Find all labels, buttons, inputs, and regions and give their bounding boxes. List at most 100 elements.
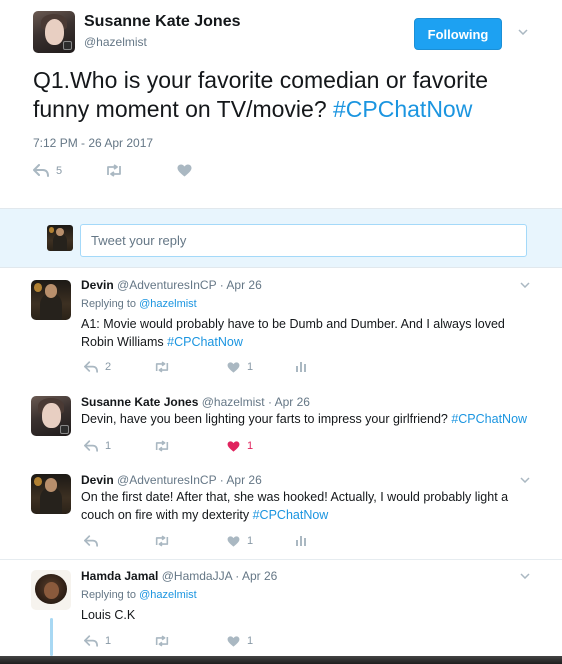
retweet-action[interactable]: [154, 535, 170, 547]
reply-arrow-icon: [33, 164, 49, 177]
reply-arrow-icon: [84, 635, 98, 647]
like-count: 1: [247, 635, 254, 647]
author-handle[interactable]: @hazelmist: [202, 395, 265, 409]
author-name[interactable]: Devin: [81, 278, 114, 292]
tweet-header: Devin @AdventuresInCP · Apr 26: [81, 473, 262, 487]
tweet-timestamp[interactable]: 7:12 PM - 26 Apr 2017: [33, 136, 153, 150]
author-handle[interactable]: @AdventuresInCP: [117, 278, 216, 292]
retweet-action[interactable]: [154, 361, 170, 373]
reply-tweet[interactable]: Devin @AdventuresInCP · Apr 26 Replying …: [0, 268, 562, 386]
like-action[interactable]: 1: [227, 635, 253, 647]
hashtag-link[interactable]: #CPChatNow: [253, 508, 329, 522]
replying-to: Replying to @hazelmist: [81, 298, 197, 310]
bar-chart-icon: [295, 535, 307, 546]
tweet-date[interactable]: · Apr 26: [220, 473, 262, 487]
chevron-down-icon[interactable]: [518, 29, 528, 35]
reply-arrow-icon: [84, 535, 98, 547]
reply-composer: Tweet your reply: [0, 208, 562, 268]
tweet-date[interactable]: · Apr 26: [235, 569, 277, 583]
avatar-devin[interactable]: [31, 280, 71, 320]
tweet-text-body: couch on fire with my dexterity: [81, 508, 253, 522]
os-dock: [0, 656, 562, 664]
retweet-icon: [154, 440, 170, 452]
chevron-down-icon[interactable]: [520, 477, 530, 483]
like-action[interactable]: 1: [227, 361, 253, 373]
current-user-avatar: [47, 225, 73, 251]
tweet-text-line: A1: Movie would probably have to be Dumb…: [81, 317, 505, 331]
reply-count: 1: [105, 635, 112, 647]
heart-icon: [227, 535, 240, 547]
like-count: 1: [247, 535, 254, 547]
reply-tweet[interactable]: Hamda Jamal @HamdaJJA · Apr 26 Replying …: [0, 560, 562, 656]
tweet-text-body: Robin Williams: [81, 335, 168, 349]
tweet-text: Louis C.K: [81, 608, 136, 622]
retweet-icon: [105, 164, 123, 177]
replying-to-handle[interactable]: @hazelmist: [139, 589, 197, 601]
tweet-text-line: couch on fire with my dexterity #CPChatN…: [81, 506, 541, 524]
reply-action[interactable]: [84, 535, 98, 547]
hashtag-link[interactable]: #CPChatNow: [333, 96, 472, 122]
author-handle[interactable]: @AdventuresInCP: [117, 473, 216, 487]
replying-to-label: Replying to: [81, 589, 137, 601]
heart-icon: [227, 361, 240, 373]
reply-action[interactable]: 1: [84, 440, 111, 452]
tweet-text-body: Devin, have you been lighting your farts…: [81, 412, 452, 426]
replying-to-label: Replying to: [81, 298, 137, 310]
retweet-action[interactable]: [154, 440, 170, 452]
tweet-text: A1: Movie would probably have to be Dumb…: [81, 315, 531, 351]
heart-icon: [177, 164, 192, 177]
reply-input[interactable]: Tweet your reply: [80, 224, 527, 257]
avatar-susanne[interactable]: [33, 11, 75, 53]
main-tweet: Susanne Kate Jones @hazelmist Following …: [0, 0, 562, 208]
replying-to-handle[interactable]: @hazelmist: [139, 298, 197, 310]
reply-arrow-icon: [84, 361, 98, 373]
retweet-action[interactable]: [154, 635, 170, 647]
tweet-date[interactable]: · Apr 26: [268, 395, 310, 409]
retweet-icon: [154, 535, 170, 547]
author-name[interactable]: Susanne Kate Jones: [81, 395, 198, 409]
retweet-action[interactable]: [105, 164, 123, 177]
reply-action[interactable]: 5: [33, 164, 62, 177]
author-name[interactable]: Susanne Kate Jones: [84, 13, 241, 31]
like-action[interactable]: 1: [227, 535, 253, 547]
tweet-text: Q1.Who is your favorite comedian or favo…: [33, 66, 533, 124]
reply-tweet[interactable]: Devin @AdventuresInCP · Apr 26 On the fi…: [0, 464, 562, 560]
author-name[interactable]: Devin: [81, 473, 114, 487]
tweet-header: Susanne Kate Jones @hazelmist · Apr 26: [81, 395, 310, 409]
avatar-susanne[interactable]: [31, 396, 71, 436]
tweet-header: Devin @AdventuresInCP · Apr 26: [81, 278, 262, 292]
like-action[interactable]: [177, 164, 192, 177]
avatar-hamda[interactable]: [31, 570, 71, 610]
like-action[interactable]: 1: [227, 440, 253, 452]
following-button[interactable]: Following: [414, 18, 502, 50]
chevron-down-icon[interactable]: [520, 282, 530, 288]
reply-tweet[interactable]: Susanne Kate Jones @hazelmist · Apr 26 D…: [0, 386, 562, 464]
reply-action[interactable]: 2: [84, 361, 111, 373]
hashtag-link[interactable]: #CPChatNow: [167, 335, 243, 349]
tweet-text: Devin, have you been lighting your farts…: [81, 410, 541, 428]
tweet-header: Hamda Jamal @HamdaJJA · Apr 26: [81, 569, 277, 583]
author-handle[interactable]: @HamdaJJA: [162, 569, 232, 583]
author-name[interactable]: Hamda Jamal: [81, 569, 158, 583]
avatar-devin[interactable]: [31, 474, 71, 514]
analytics-action[interactable]: [295, 361, 307, 372]
retweet-icon: [154, 635, 170, 647]
retweet-icon: [154, 361, 170, 373]
reply-arrow-icon: [84, 440, 98, 452]
heart-icon: [227, 635, 240, 647]
hashtag-link[interactable]: #CPChatNow: [451, 412, 527, 426]
reply-action[interactable]: 1: [84, 635, 111, 647]
tweet-text-line: Robin Williams #CPChatNow: [81, 333, 531, 351]
tweet-text-line: On the first date! After that, she was h…: [81, 490, 509, 504]
like-count: 1: [247, 440, 254, 452]
tweet-text: On the first date! After that, she was h…: [81, 488, 541, 524]
replying-to: Replying to @hazelmist: [81, 589, 197, 601]
chevron-down-icon[interactable]: [520, 573, 530, 579]
reply-count: 5: [56, 164, 63, 177]
tweet-date[interactable]: · Apr 26: [220, 278, 262, 292]
reply-count: 1: [105, 440, 112, 452]
author-handle[interactable]: @hazelmist: [84, 35, 147, 49]
analytics-action[interactable]: [295, 535, 307, 546]
thread-connector: [50, 618, 53, 656]
like-count: 1: [247, 361, 254, 373]
